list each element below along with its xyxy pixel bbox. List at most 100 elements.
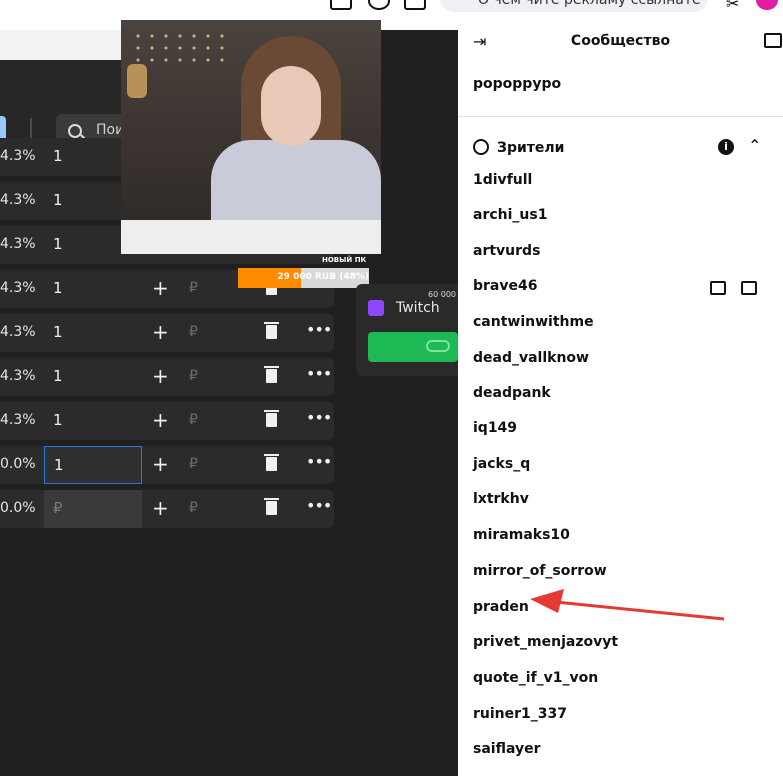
quantity-field[interactable]: 1 — [44, 314, 142, 352]
desk-surface — [121, 220, 381, 254]
add-icon[interactable]: + — [152, 364, 169, 388]
more-options-icon[interactable]: ••• — [306, 496, 332, 515]
viewer-item[interactable]: deadpank — [473, 385, 551, 401]
platform-name: Twitch — [396, 300, 440, 316]
currency-icon: ₽ — [189, 368, 198, 384]
row-percent: 4.3% — [0, 236, 36, 252]
viewer-item[interactable]: 1divfull — [473, 172, 532, 188]
community-sidebar: ⇥ Сообщество popoppypo Зрители i ⌃ 1divf… — [458, 20, 783, 776]
viewers-title: Зрители — [497, 140, 565, 156]
chat-icon[interactable] — [764, 33, 782, 48]
delete-icon[interactable] — [264, 410, 279, 427]
currency-icon: ₽ — [189, 456, 198, 472]
quantity-value: 1 — [53, 323, 63, 341]
delete-icon[interactable] — [264, 454, 279, 471]
more-options-icon[interactable]: ••• — [306, 320, 332, 339]
row-percent: 4.3% — [0, 324, 36, 340]
whisper-viewer-icon[interactable] — [741, 281, 757, 295]
viewer-item[interactable]: archi_us1 — [473, 207, 547, 223]
viewers-icon — [473, 139, 489, 155]
quantity-value: 1 — [53, 191, 63, 209]
platform-amount: 60 000 — [428, 290, 456, 299]
quantity-field[interactable]: 1 — [44, 270, 142, 308]
currency-icon: ₽ — [189, 412, 198, 428]
add-icon[interactable]: + — [152, 320, 169, 344]
more-options-icon[interactable]: ••• — [306, 364, 332, 383]
viewer-item[interactable]: lxtrkhv — [473, 491, 529, 507]
quantity-value: ₽ — [53, 499, 63, 517]
download-icon[interactable] — [404, 0, 426, 10]
goal-label: НОВЫЙ ПК — [322, 256, 367, 264]
viewer-item[interactable]: ruiner1_337 — [473, 706, 567, 722]
chevron-up-icon[interactable]: ⌃ — [748, 136, 761, 155]
channel-name[interactable]: popoppypo — [473, 76, 561, 92]
search-icon — [68, 124, 82, 138]
viewer-item[interactable]: privet_menjazovyt — [473, 634, 618, 650]
add-icon[interactable]: + — [152, 276, 169, 300]
viewer-item[interactable]: cantwinwithme — [473, 314, 594, 330]
string-lights — [131, 30, 231, 70]
quantity-field[interactable]: 1 — [44, 358, 142, 396]
row-percent: 4.3% — [0, 412, 36, 428]
row-percent: 4.3% — [0, 368, 36, 384]
quantity-value: 1 — [53, 235, 63, 253]
donation-row: 0.0% 1 + ₽ ••• — [0, 446, 334, 484]
toggle-icon — [426, 340, 450, 352]
viewer-item[interactable]: miramaks10 — [473, 527, 570, 543]
streamer-face — [261, 66, 321, 146]
row-percent: 0.0% — [0, 500, 36, 516]
platform-toggle-button[interactable] — [368, 332, 458, 362]
viewer-item[interactable]: iq149 — [473, 420, 517, 436]
donation-goal-bar: 29 000 RUB (48%) — [238, 268, 369, 288]
currency-icon: ₽ — [189, 324, 198, 340]
viewer-item[interactable]: brave46 — [473, 278, 537, 294]
donation-row: 4.3% 1 + ₽ ••• — [0, 314, 334, 352]
currency-icon: ₽ — [189, 500, 198, 516]
add-icon[interactable]: + — [152, 452, 169, 476]
row-percent: 4.3% — [0, 280, 36, 296]
viewer-item[interactable]: saiflayer — [473, 741, 541, 757]
donation-row: 4.3% 1 + ₽ ••• — [0, 358, 334, 396]
webcam-video — [121, 20, 381, 254]
row-percent: 0.0% — [0, 456, 36, 472]
viewer-item[interactable]: dead_vallknow — [473, 350, 589, 366]
viewer-item[interactable]: artvurds — [473, 243, 540, 259]
viewer-item[interactable]: jacks_q — [473, 456, 530, 472]
quantity-field[interactable]: 1 — [44, 446, 142, 484]
viewer-item[interactable]: quote_if_v1_von — [473, 670, 598, 686]
lamp — [127, 64, 147, 98]
address-strip — [0, 30, 125, 60]
viewer-item[interactable]: mirror_of_sorrow — [473, 563, 607, 579]
delete-icon[interactable] — [264, 322, 279, 339]
more-options-icon[interactable]: ••• — [306, 408, 332, 427]
quantity-value: 1 — [54, 456, 64, 474]
delete-icon[interactable] — [264, 498, 279, 515]
puzzle-icon[interactable]: ✂ — [726, 0, 744, 13]
donation-row: 0.0% ₽ + ₽ ••• — [0, 490, 334, 528]
profile-avatar[interactable] — [756, 0, 778, 10]
quantity-value: 1 — [53, 411, 63, 429]
sidebar-title: Сообщество — [570, 33, 671, 49]
info-icon[interactable]: i — [718, 139, 734, 155]
report-viewer-icon[interactable] — [710, 281, 726, 295]
row-percent: 4.3% — [0, 148, 36, 164]
extension-icon[interactable] — [368, 0, 390, 10]
quantity-value: 1 — [53, 367, 63, 385]
quantity-field[interactable]: 1 — [44, 402, 142, 440]
quantity-value: 1 — [53, 147, 63, 165]
sidebar-header: ⇥ Сообщество — [458, 20, 783, 62]
delete-icon[interactable] — [264, 366, 279, 383]
row-percent: 4.3% — [0, 192, 36, 208]
quantity-field[interactable]: ₽ — [44, 490, 142, 528]
annotation-arrow — [530, 589, 725, 621]
screenshot-icon[interactable] — [330, 0, 352, 10]
add-icon[interactable]: + — [152, 408, 169, 432]
ad-banner-pill[interactable]: О чем чите рекламу ссылнате — [440, 0, 708, 12]
more-options-icon[interactable]: ••• — [306, 452, 332, 471]
twitch-logo-icon — [368, 300, 384, 316]
goal-progress-text: 29 000 RUB (48%) — [277, 272, 369, 282]
viewers-section-header[interactable]: Зрители — [473, 139, 564, 156]
ad-banner-text: О чем чите рекламу ссылнате — [478, 0, 701, 8]
currency-icon: ₽ — [189, 280, 198, 296]
add-icon[interactable]: + — [152, 496, 169, 520]
